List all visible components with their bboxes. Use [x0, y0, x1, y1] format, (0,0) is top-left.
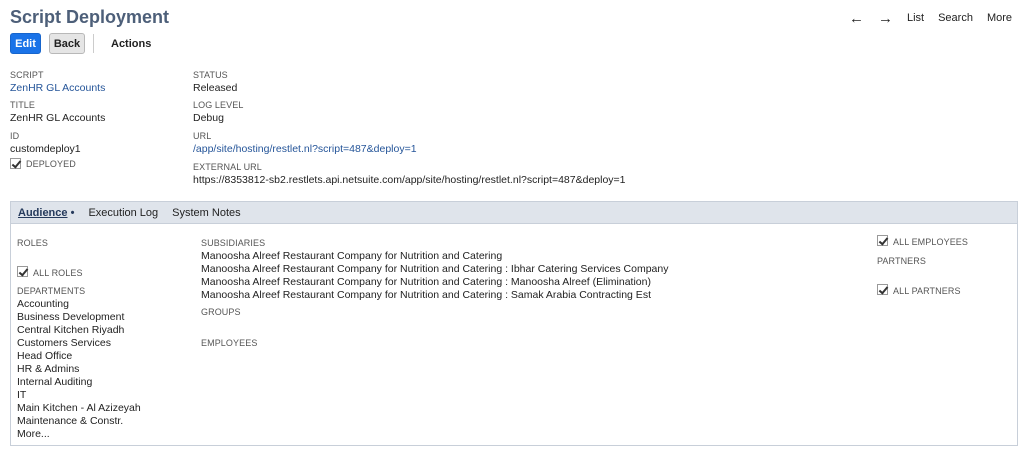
deployed-field: DEPLOYED [10, 158, 76, 169]
list-item: Head Office [17, 350, 73, 362]
subsidiaries-list: Manoosha Alreef Restaurant Company for N… [201, 250, 669, 302]
groups-label: GROUPS [201, 307, 241, 317]
id-field: ID customdeploy1 [10, 131, 81, 155]
deployed-label: DEPLOYED [26, 158, 76, 169]
all-employees-field: ALL EMPLOYEES [877, 234, 968, 247]
next-record-arrow-icon[interactable]: → [878, 11, 893, 26]
title-label: TITLE [10, 100, 36, 110]
list-item: Accounting [17, 298, 69, 310]
external-url-value: https://8353812-sb2.restlets.api.netsuit… [193, 174, 626, 186]
list-item: Central Kitchen Riyadh [17, 324, 125, 336]
partners-label: PARTNERS [877, 256, 926, 266]
log-level-value: Debug [193, 112, 224, 124]
partners-section: PARTNERS [877, 256, 926, 266]
log-level-label: LOG LEVEL [193, 100, 244, 110]
status-field: STATUS Released [193, 70, 237, 94]
audience-panel: ROLES ALL ROLES DEPARTMENTS Accounting B… [10, 224, 1018, 446]
script-field: SCRIPT ZenHR GL Accounts [10, 70, 105, 94]
id-value: customdeploy1 [10, 143, 81, 155]
list-item: Internal Auditing [17, 376, 93, 388]
roles-label: ROLES [17, 238, 49, 248]
employees-section: EMPLOYEES [201, 338, 257, 348]
url-field: URL /app/site/hosting/restlet.nl?script=… [193, 131, 417, 155]
all-employees-checkbox[interactable] [877, 235, 888, 246]
log-level-field: LOG LEVEL Debug [193, 100, 243, 124]
subsidiaries-label: SUBSIDIARIES [201, 238, 266, 248]
list-link[interactable]: List [907, 12, 924, 24]
script-label: SCRIPT [10, 70, 44, 80]
employees-label: EMPLOYEES [201, 338, 258, 348]
script-link[interactable]: ZenHR GL Accounts [10, 82, 105, 94]
list-item: Manoosha Alreef Restaurant Company for N… [201, 289, 651, 301]
list-item: Manoosha Alreef Restaurant Company for N… [201, 250, 503, 262]
departments-list: Accounting Business Development Central … [17, 298, 141, 441]
departments-section: DEPARTMENTS Accounting Business Developm… [17, 286, 141, 441]
roles-section: ROLES [17, 238, 48, 248]
groups-section: GROUPS [201, 307, 241, 317]
list-item: Customers Services [17, 337, 111, 349]
all-roles-label: ALL ROLES [33, 268, 83, 278]
tab-system-notes[interactable]: System Notes [172, 207, 240, 219]
more-link[interactable]: More [987, 12, 1012, 24]
all-partners-field: ALL PARTNERS [877, 283, 961, 296]
title-value: ZenHR GL Accounts [10, 112, 106, 124]
edit-button[interactable]: Edit [10, 33, 41, 54]
all-partners-label: ALL PARTNERS [893, 286, 961, 296]
search-link[interactable]: Search [938, 12, 973, 24]
list-item: Manoosha Alreef Restaurant Company for N… [201, 276, 651, 288]
all-roles-checkbox[interactable] [17, 266, 28, 277]
tab-audience[interactable]: Audience • [18, 207, 74, 219]
tab-execution-log[interactable]: Execution Log [88, 207, 158, 219]
tab-audience-marker: • [67, 206, 75, 219]
toolbar-divider [93, 34, 94, 53]
list-item: Maintenance & Constr. [17, 415, 124, 427]
url-link[interactable]: /app/site/hosting/restlet.nl?script=487&… [193, 143, 417, 155]
list-item: IT [17, 389, 27, 401]
list-item: Main Kitchen - Al Azizeyah [17, 402, 141, 414]
list-item: Manoosha Alreef Restaurant Company for N… [201, 263, 669, 275]
all-partners-checkbox[interactable] [877, 284, 888, 295]
page-title: Script Deployment [10, 7, 170, 27]
subtab-bar: Audience • Execution Log System Notes [10, 201, 1018, 224]
status-label: STATUS [193, 70, 228, 80]
status-value: Released [193, 82, 238, 94]
list-item: Business Development [17, 311, 125, 323]
all-roles-field: ALL ROLES [17, 265, 83, 278]
all-employees-label: ALL EMPLOYEES [893, 237, 969, 247]
previous-record-arrow-icon[interactable]: ← [849, 11, 864, 26]
tab-audience-label: Audience [18, 206, 68, 219]
record-navigation: ← → List Search More [849, 11, 1012, 26]
title-field: TITLE ZenHR GL Accounts [10, 100, 105, 124]
url-label: URL [193, 131, 212, 141]
back-button[interactable]: Back [49, 33, 85, 54]
subsidiaries-section: SUBSIDIARIES Manoosha Alreef Restaurant … [201, 238, 669, 302]
external-url-field: EXTERNAL URL https://8353812-sb2.restlet… [193, 162, 626, 186]
actions-menu[interactable]: Actions [111, 38, 151, 50]
list-item: HR & Admins [17, 363, 80, 375]
external-url-label: EXTERNAL URL [193, 162, 262, 172]
departments-more-link[interactable]: More... [17, 428, 141, 441]
departments-label: DEPARTMENTS [17, 286, 86, 296]
deployed-checkbox[interactable] [10, 158, 21, 169]
id-label: ID [10, 131, 20, 141]
